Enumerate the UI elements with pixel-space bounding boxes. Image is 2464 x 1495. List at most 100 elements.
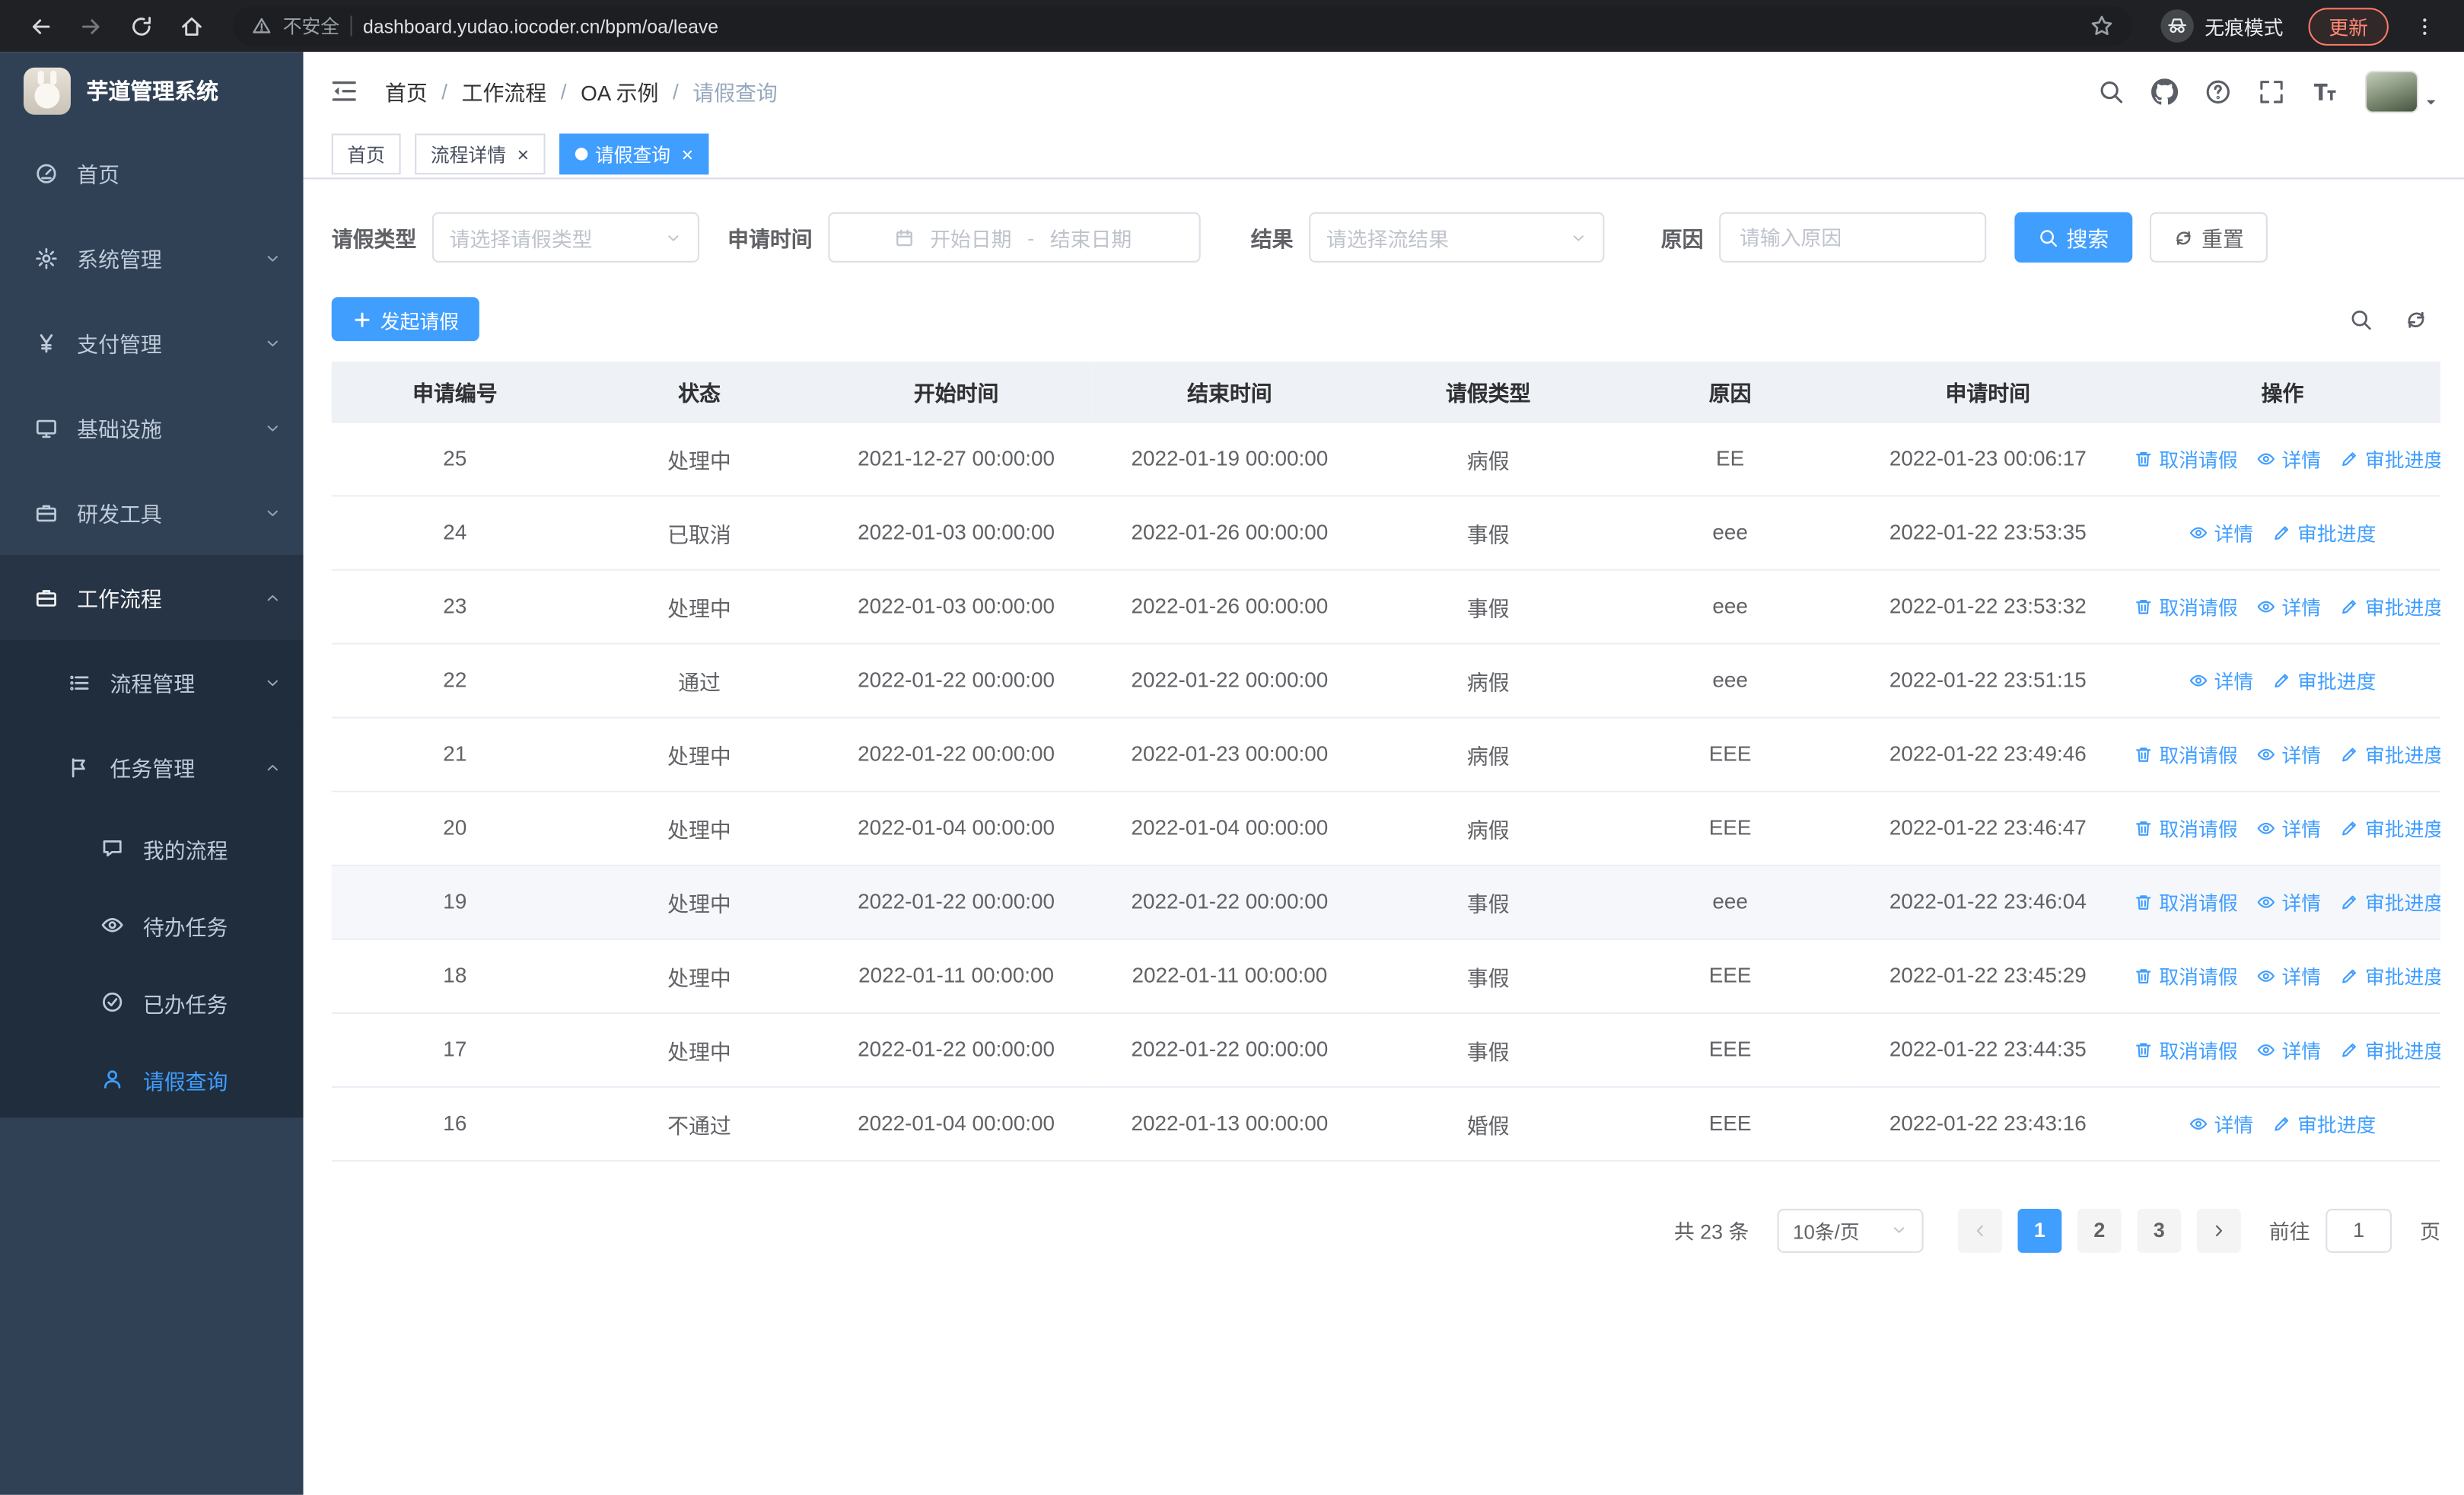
close-icon[interactable]: × bbox=[681, 144, 693, 164]
cell-type: 事假 bbox=[1367, 864, 1609, 939]
progress-action[interactable]: 审批进度 bbox=[2340, 1034, 2440, 1064]
page-button-3[interactable]: 3 bbox=[2137, 1207, 2182, 1252]
column-header: 原因 bbox=[1609, 361, 1851, 422]
bookmark-star-icon[interactable] bbox=[2090, 14, 2113, 38]
breadcrumb-item: 请假查询 bbox=[692, 81, 778, 106]
progress-action[interactable]: 审批进度 bbox=[2340, 591, 2440, 620]
reload-button[interactable] bbox=[129, 14, 154, 39]
cancel-action[interactable]: 取消请假 bbox=[2134, 443, 2238, 473]
page-button-1[interactable]: 1 bbox=[2017, 1207, 2062, 1252]
column-header: 结束时间 bbox=[1092, 361, 1367, 422]
detail-action[interactable]: 详情 bbox=[2256, 1034, 2321, 1064]
detail-action[interactable]: 详情 bbox=[2189, 1108, 2253, 1138]
header-search-icon[interactable] bbox=[2098, 78, 2125, 104]
cell-apply_time: 2022-01-22 23:44:35 bbox=[1851, 1012, 2125, 1087]
sidebar-item-workflow[interactable]: 工作流程 bbox=[0, 554, 304, 640]
table-row: 24 已取消 2022-01-03 00:00:00 2022-01-26 00:00… bbox=[331, 495, 2441, 570]
chevron-down-icon bbox=[1890, 1222, 1908, 1239]
incognito-label: 无痕模式 bbox=[2205, 17, 2284, 40]
cancel-action[interactable]: 取消请假 bbox=[2134, 887, 2238, 916]
page-button-2[interactable]: 2 bbox=[2077, 1207, 2122, 1252]
page-size-select[interactable]: 10条/页 bbox=[1777, 1207, 1924, 1252]
progress-action[interactable]: 审批进度 bbox=[2340, 961, 2440, 990]
sidebar-item-done-task[interactable]: 已办任务 bbox=[0, 963, 304, 1041]
detail-action[interactable]: 详情 bbox=[2256, 813, 2321, 843]
update-button[interactable]: 更新 bbox=[2308, 7, 2389, 45]
browser-menu-icon[interactable] bbox=[2414, 15, 2436, 37]
trash-icon bbox=[2134, 892, 2153, 911]
browser-home-button[interactable] bbox=[179, 14, 204, 39]
sidebar-item-infrastructure[interactable]: 基础设施 bbox=[0, 385, 304, 470]
sidebar-item-dev-tools[interactable]: 研发工具 bbox=[0, 470, 304, 555]
prev-page-button[interactable] bbox=[1957, 1207, 2002, 1252]
app-logo[interactable]: 芋道管理系统 bbox=[0, 52, 304, 130]
create-leave-button[interactable]: 发起请假 bbox=[331, 297, 479, 342]
detail-action[interactable]: 详情 bbox=[2256, 887, 2321, 916]
sidebar-item-system[interactable]: 系统管理 bbox=[0, 215, 304, 301]
cancel-action[interactable]: 取消请假 bbox=[2134, 591, 2238, 620]
url-bar[interactable]: 不安全 dashboard.yudao.iocoder.cn/bpm/oa/le… bbox=[232, 6, 2133, 46]
help-icon[interactable] bbox=[2205, 78, 2231, 104]
toggle-search-icon[interactable] bbox=[2349, 308, 2373, 331]
cancel-action[interactable]: 取消请假 bbox=[2134, 739, 2238, 769]
github-icon[interactable] bbox=[2151, 78, 2179, 104]
result-select[interactable]: 请选择流结果 bbox=[1309, 212, 1605, 263]
user-menu[interactable] bbox=[2364, 69, 2439, 113]
forward-button[interactable] bbox=[78, 14, 103, 39]
progress-action[interactable]: 审批进度 bbox=[2340, 887, 2440, 916]
sidebar-item-my-process[interactable]: 我的流程 bbox=[0, 809, 304, 887]
cell-reason: eee bbox=[1609, 569, 1851, 644]
cancel-action[interactable]: 取消请假 bbox=[2134, 961, 2238, 990]
progress-action[interactable]: 审批进度 bbox=[2272, 1108, 2376, 1138]
reason-input[interactable] bbox=[1719, 212, 1987, 263]
cell-id: 18 bbox=[331, 938, 578, 1013]
progress-action[interactable]: 审批进度 bbox=[2272, 665, 2376, 695]
apply-time-range-picker[interactable]: 开始日期 - 结束日期 bbox=[828, 212, 1201, 263]
trash-icon bbox=[2134, 1040, 2153, 1059]
cancel-action[interactable]: 取消请假 bbox=[2134, 1034, 2238, 1064]
detail-action[interactable]: 详情 bbox=[2189, 517, 2253, 547]
table-head-row: 申请编号 状态 开始时间 结束时间 请假类型 原因 申请时间 操作 bbox=[331, 361, 2441, 422]
progress-action[interactable]: 审批进度 bbox=[2340, 813, 2440, 843]
detail-action[interactable]: 详情 bbox=[2256, 591, 2321, 620]
tab-home[interactable]: 首页 bbox=[331, 133, 401, 175]
breadcrumb-item[interactable]: 工作流程 bbox=[462, 75, 547, 107]
goto-page-input[interactable] bbox=[2326, 1207, 2392, 1252]
cancel-action[interactable]: 取消请假 bbox=[2134, 813, 2238, 843]
tab-leave-query[interactable]: 请假查询 × bbox=[559, 133, 709, 175]
sidebar-item-payment[interactable]: 支付管理 bbox=[0, 300, 304, 385]
yen-icon bbox=[34, 331, 58, 355]
breadcrumb: 首页 / 工作流程 / OA 示例 / 请假查询 bbox=[385, 75, 778, 107]
font-size-icon[interactable] bbox=[2312, 78, 2338, 104]
table-body: 25 处理中 2021-12-27 00:00:00 2022-01-19 00:00… bbox=[331, 421, 2441, 1162]
sidebar-item-todo-task[interactable]: 待办任务 bbox=[0, 886, 304, 964]
detail-action[interactable]: 详情 bbox=[2256, 443, 2321, 473]
tab-process-detail[interactable]: 流程详情 × bbox=[415, 133, 545, 175]
detail-action[interactable]: 详情 bbox=[2256, 961, 2321, 990]
search-button[interactable]: 搜索 bbox=[2014, 212, 2133, 263]
fullscreen-icon[interactable] bbox=[2258, 78, 2284, 104]
cell-apply_time: 2022-01-22 23:43:16 bbox=[1851, 1085, 2125, 1162]
progress-action[interactable]: 审批进度 bbox=[2340, 739, 2440, 769]
back-button[interactable] bbox=[28, 14, 53, 39]
sidebar-item-process-mgmt[interactable]: 流程管理 bbox=[0, 639, 304, 725]
progress-action[interactable]: 审批进度 bbox=[2272, 517, 2376, 547]
breadcrumb-item[interactable]: OA 示例 bbox=[581, 75, 658, 107]
refresh-table-icon[interactable] bbox=[2405, 308, 2428, 331]
cell-end: 2022-01-22 00:00:00 bbox=[1092, 864, 1367, 939]
sidebar-toggle-icon[interactable] bbox=[330, 77, 358, 105]
reason-label: 原因 bbox=[1660, 228, 1704, 252]
sidebar-item-home[interactable]: 首页 bbox=[0, 130, 304, 215]
progress-action[interactable]: 审批进度 bbox=[2340, 443, 2440, 473]
goto-label: 前往 bbox=[2268, 1219, 2310, 1244]
reset-button[interactable]: 重置 bbox=[2149, 212, 2268, 263]
leave-type-select[interactable]: 请选择请假类型 bbox=[431, 212, 699, 263]
detail-action[interactable]: 详情 bbox=[2189, 665, 2253, 695]
sidebar-item-leave-query[interactable]: 请假查询 bbox=[0, 1041, 304, 1118]
close-icon[interactable]: × bbox=[517, 144, 529, 164]
edit-icon bbox=[2272, 671, 2291, 690]
sidebar-item-task-mgmt[interactable]: 任务管理 bbox=[0, 724, 304, 810]
next-page-button[interactable] bbox=[2196, 1207, 2241, 1252]
breadcrumb-item[interactable]: 首页 bbox=[385, 75, 428, 107]
detail-action[interactable]: 详情 bbox=[2256, 739, 2321, 769]
